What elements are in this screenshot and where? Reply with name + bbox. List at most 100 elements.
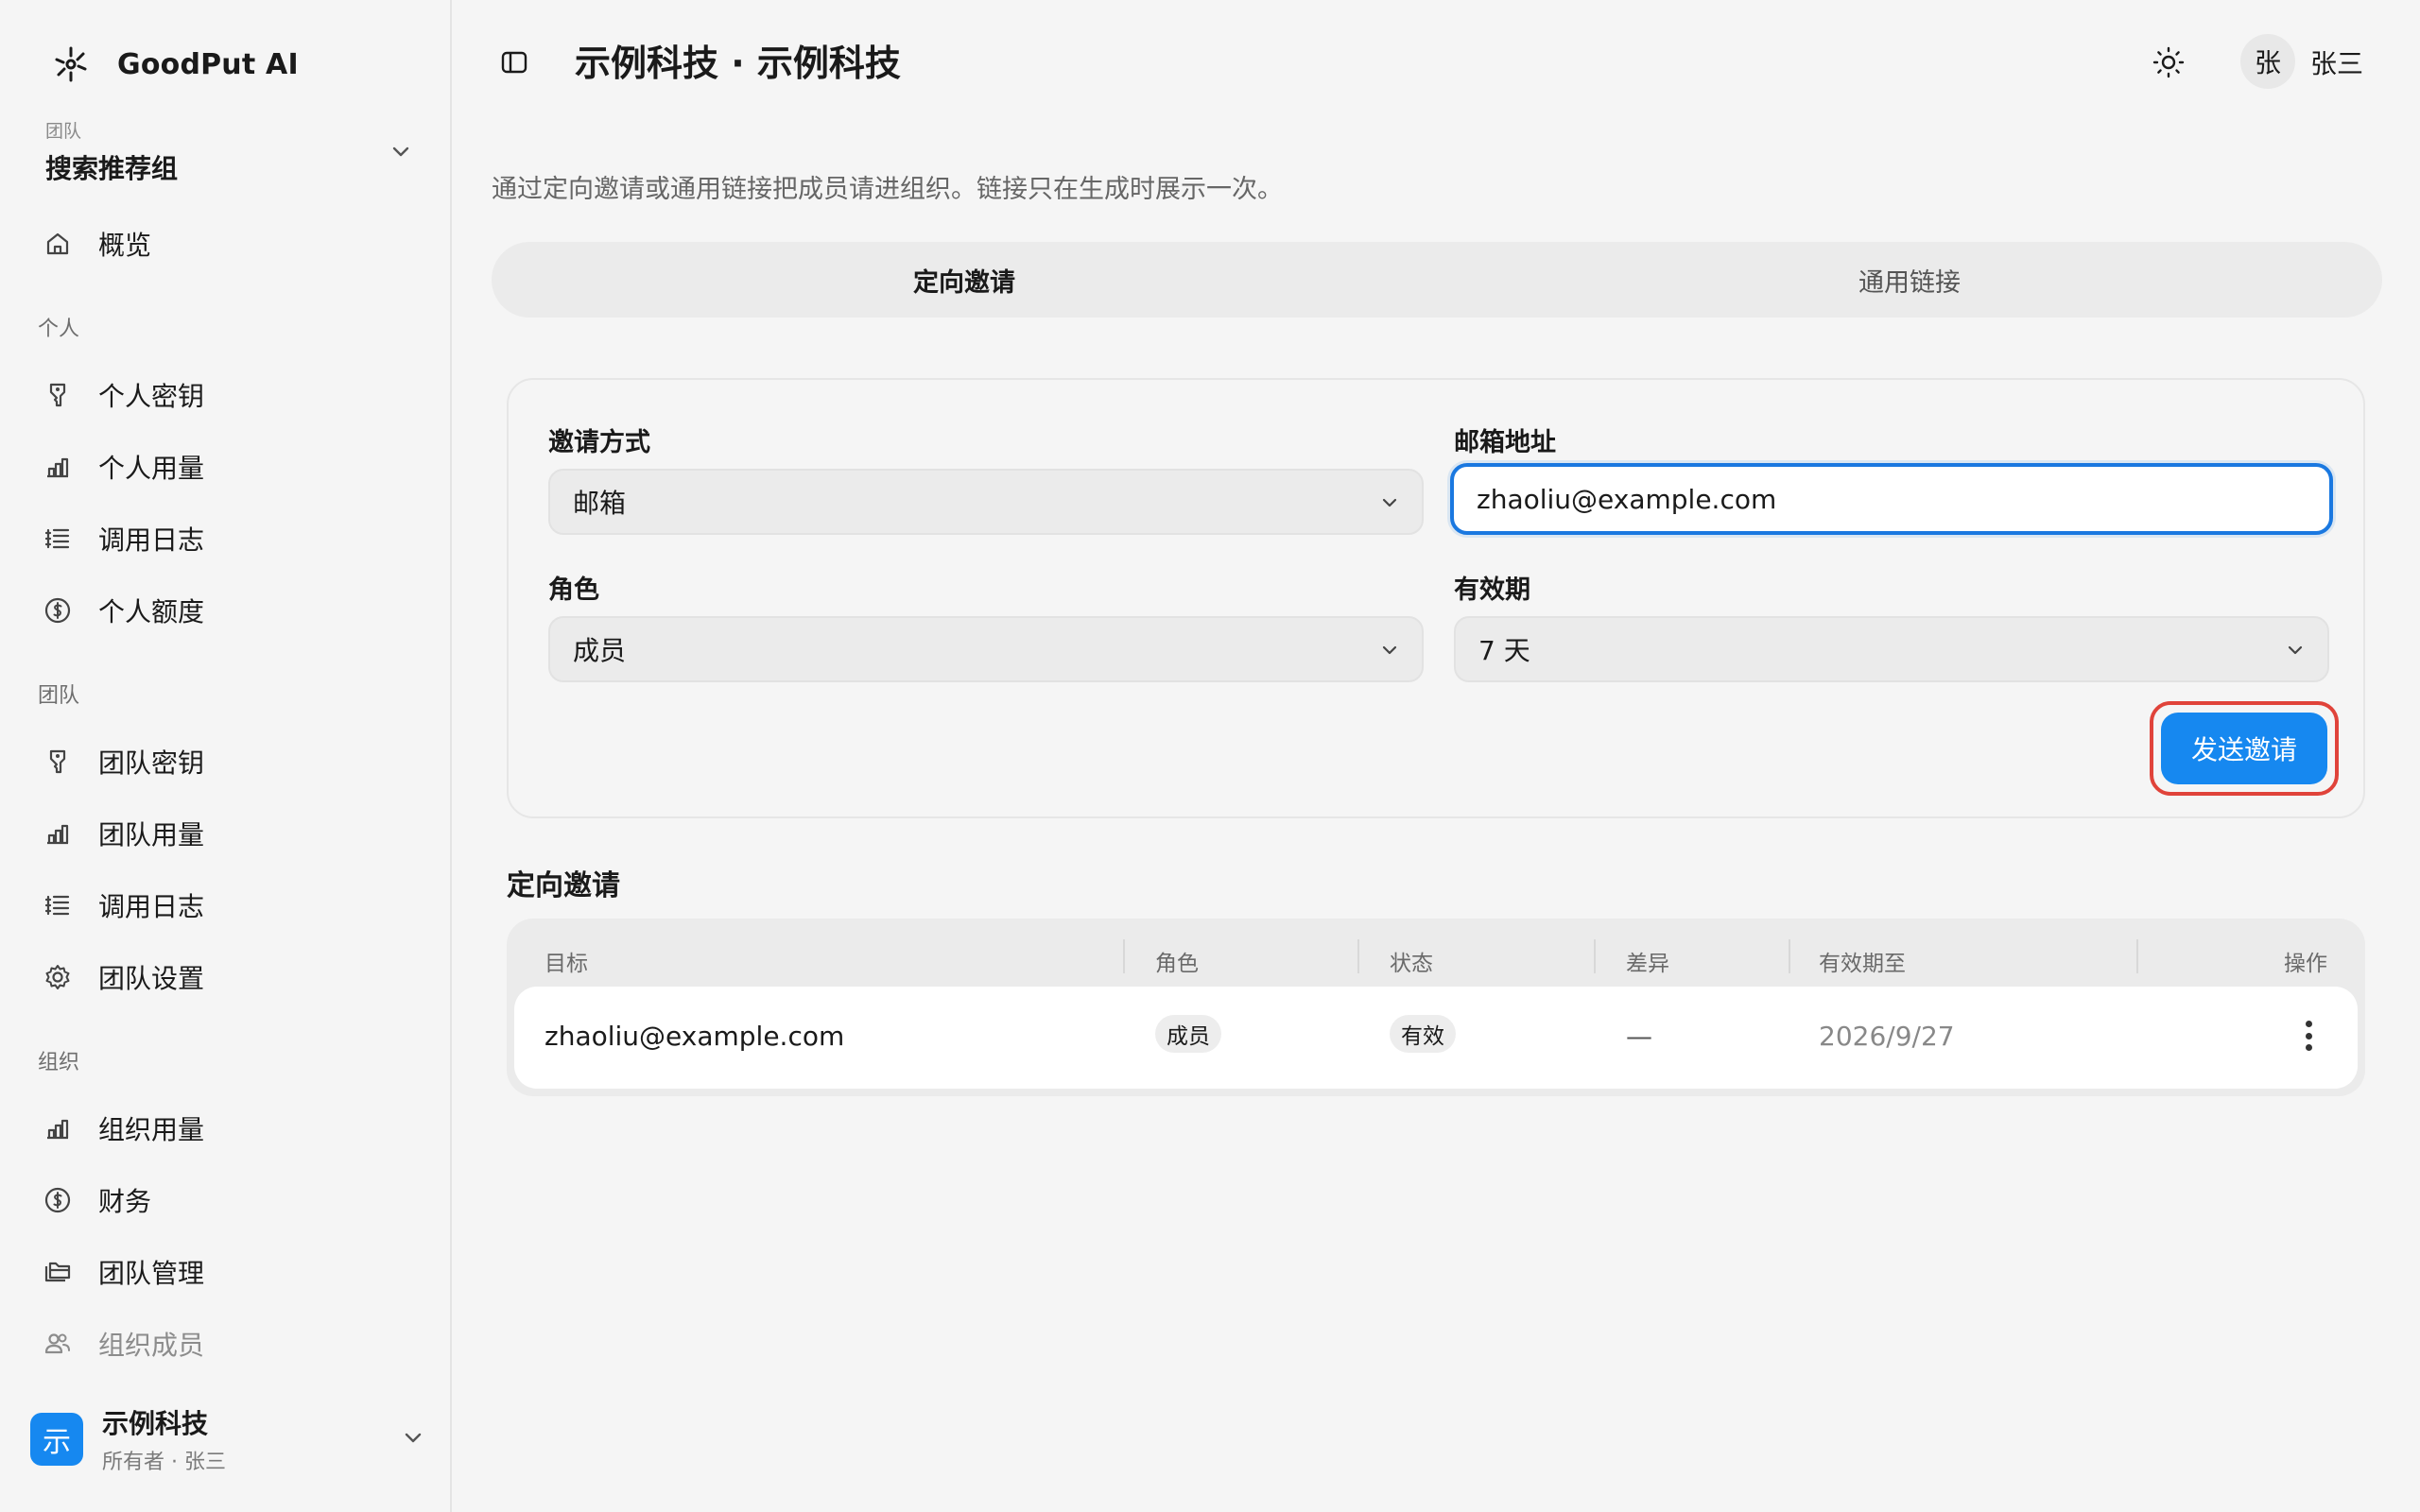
list-icon [42,889,74,921]
column-divider [1123,939,1125,973]
sidebar-item-team-call-logs[interactable]: 调用日志 [38,875,416,936]
column-header-status: 状态 [1390,952,1433,976]
key-icon [42,746,74,778]
home-icon [42,228,74,260]
sidebar-item-finance[interactable]: 财务 [38,1170,416,1230]
invite-diff: — [1626,1021,1652,1052]
column-header-actions: 操作 [2284,952,2327,976]
sidebar-item-label: 财务 [98,1186,152,1217]
method-value: 邮箱 [573,488,627,519]
org-name: 示例科技 [102,1408,209,1439]
bar-chart-icon [42,1112,74,1144]
email-value: zhaoliu@example.com [1477,483,1777,515]
org-switcher[interactable]: 示 示例科技 所有者 · 张三 [30,1408,427,1474]
sidebar-item-team-usage[interactable]: 团队用量 [38,803,416,864]
user-avatar[interactable]: 张 [2240,34,2295,89]
sidebar-item-label: 概览 [98,230,152,261]
sidebar-toggle-button[interactable] [495,43,533,81]
folders-icon [42,1256,74,1288]
column-header-diff: 差异 [1626,952,1669,976]
email-label: 邮箱地址 [1454,428,1556,457]
sidebar-panel-icon [501,51,527,74]
column-header-expires: 有效期至 [1819,952,1906,976]
key-icon [42,379,74,411]
sidebar-item-label: 团队设置 [98,963,205,994]
gear-icon [42,961,74,993]
brand[interactable]: GoodPut AI [49,38,299,91]
sidebar-item-label: 团队用量 [98,819,205,850]
chevron-down-icon [2288,645,2303,655]
tab-general-link[interactable]: 通用链接 [1437,242,2382,318]
user-name[interactable]: 张三 [2310,43,2363,81]
sidebar-item-label: 组织成员 [98,1330,205,1361]
table-row: zhaoliu@example.com 成员 有效 — 2026/9/27 [514,987,2358,1089]
column-divider [1357,939,1359,973]
sidebar-item-label: 组织用量 [98,1114,205,1145]
org-role: 所有者 · 张三 [102,1451,226,1474]
column-divider [1789,939,1790,973]
team-name: 搜索推荐组 [45,153,179,184]
sidebar-item-org-usage[interactable]: 组织用量 [38,1098,416,1159]
sidebar-item-label: 个人密钥 [98,381,205,412]
theme-toggle-button[interactable] [2148,42,2189,83]
team-caption: 团队 [45,121,82,142]
method-label: 邀请方式 [548,428,650,457]
sidebar-item-call-logs[interactable]: 调用日志 [38,508,416,569]
section-title-org: 组织 [38,1051,80,1074]
bar-chart-icon [42,451,74,483]
invite-expires: 2026/9/27 [1819,1021,1955,1052]
status-badge: 有效 [1390,1015,1456,1053]
role-value: 成员 [573,635,627,666]
invite-tabs: 定向邀请 通用链接 [492,242,2382,318]
row-actions-menu-icon[interactable] [2299,1017,2318,1055]
sidebar-item-org-members[interactable]: 组织成员 [38,1314,416,1374]
sidebar-item-team-settings[interactable]: 团队设置 [38,947,416,1007]
dollar-circle-icon [42,1184,74,1216]
sidebar-item-label: 个人额度 [98,596,205,627]
sidebar-item-personal-quota[interactable]: 个人额度 [38,580,416,641]
sidebar-item-team-keys[interactable]: 团队密钥 [38,731,416,792]
column-header-target: 目标 [544,952,588,976]
brand-logo-icon [55,46,87,82]
role-label: 角色 [548,576,599,605]
list-icon [42,523,74,555]
org-avatar: 示 [30,1413,83,1466]
sidebar-item-overview[interactable]: 概览 [38,214,416,274]
method-select[interactable]: 邮箱 [548,469,1424,535]
column-divider [1594,939,1596,973]
invites-table: 目标 角色 状态 差异 有效期至 操作 zhaoliu@example.com … [507,919,2365,1096]
brand-name: GoodPut AI [117,47,299,81]
role-badge: 成员 [1155,1015,1221,1053]
page-title: 示例科技 · 示例科技 [575,43,901,84]
sidebar-item-personal-usage[interactable]: 个人用量 [38,437,416,497]
section-title-team: 团队 [38,684,80,708]
chevron-down-icon [1382,498,1397,507]
invite-target: zhaoliu@example.com [544,1021,845,1052]
tab-targeted-invite[interactable]: 定向邀请 [492,242,1437,318]
sidebar-item-personal-keys[interactable]: 个人密钥 [38,365,416,425]
role-select[interactable]: 成员 [548,616,1424,682]
sidebar-item-label: 团队管理 [98,1258,205,1289]
send-invite-button[interactable]: 发送邀请 [2161,713,2327,784]
invite-form-card: 邀请方式 邮箱 邮箱地址 zhaoliu@example.com 角色 成员 有… [507,378,2365,818]
team-switcher[interactable]: 团队 搜索推荐组 [45,117,414,189]
bar-chart-icon [42,817,74,850]
column-header-role: 角色 [1155,952,1199,976]
sidebar-item-label: 个人用量 [98,453,205,484]
users-icon [42,1328,74,1360]
expiry-label: 有效期 [1454,576,1530,605]
expiry-value: 7 天 [1478,635,1530,666]
chevron-down-icon [392,146,409,157]
sidebar-item-label: 调用日志 [98,524,205,556]
sidebar-item-label: 团队密钥 [98,747,205,779]
page-description: 通过定向邀请或通用链接把成员请进组织。链接只在生成时展示一次。 [492,175,1283,204]
sidebar-item-team-management[interactable]: 团队管理 [38,1242,416,1302]
sidebar: GoodPut AI 团队 搜索推荐组 概览 个人 个人密钥 个人用量 调用日志… [0,0,452,1512]
email-field[interactable]: zhaoliu@example.com [1450,463,2333,535]
dollar-circle-icon [42,594,74,627]
chevron-down-icon [405,1433,422,1443]
invites-title: 定向邀请 [507,869,620,902]
sun-icon [2152,46,2185,78]
expiry-select[interactable]: 7 天 [1454,616,2329,682]
sidebar-item-label: 调用日志 [98,891,205,922]
